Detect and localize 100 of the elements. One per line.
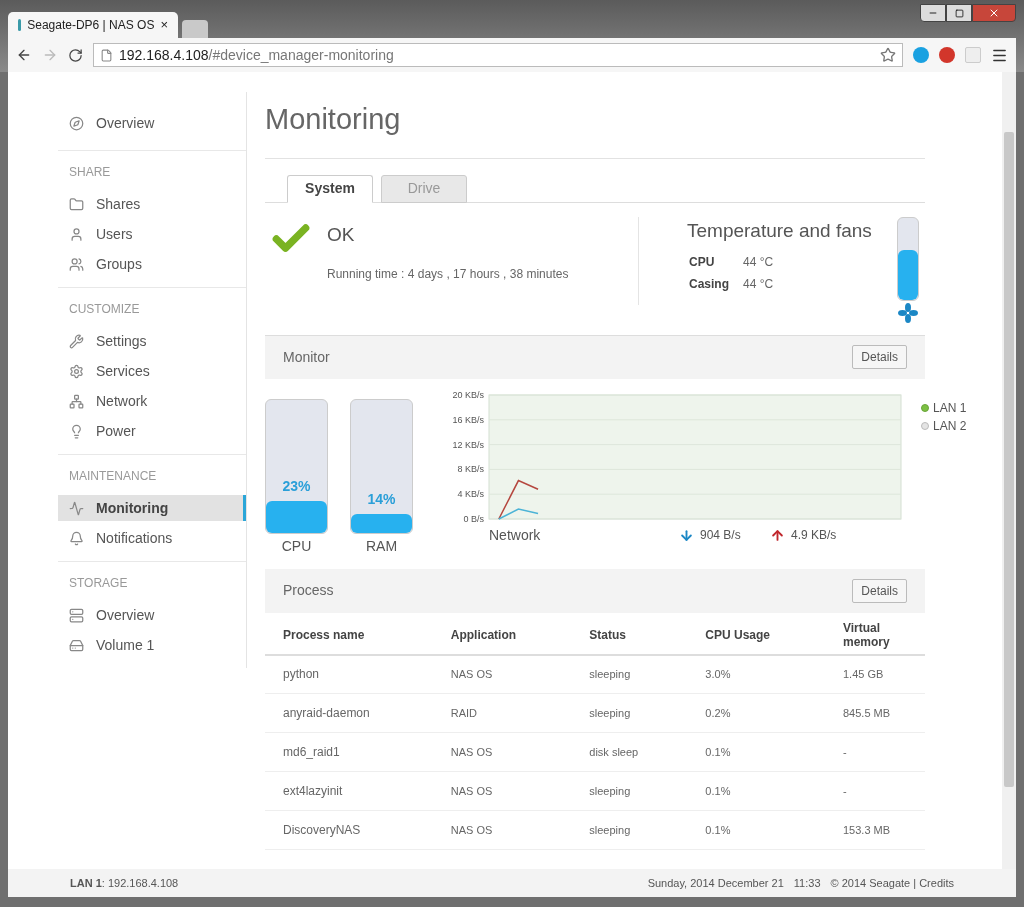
copyright-text: © 2014 Seagate | Credits xyxy=(830,875,954,891)
table-cell: sleeping xyxy=(571,810,688,850)
drive-icon xyxy=(69,637,84,653)
reload-icon[interactable] xyxy=(68,47,83,63)
column-header: Virtual memory xyxy=(825,616,925,655)
address-bar[interactable]: 192.168.4.108/#device_manager-monitoring xyxy=(93,43,903,67)
section-title: Monitor xyxy=(283,347,330,367)
details-button[interactable]: Details xyxy=(852,578,907,603)
page-title: Monitoring xyxy=(265,98,925,159)
sensor-name: Casing xyxy=(689,276,729,293)
status-label: OK xyxy=(327,222,356,247)
column-header: CPU Usage xyxy=(687,616,825,655)
sidebar-item[interactable]: Shares xyxy=(58,191,246,217)
extension-icon[interactable] xyxy=(939,47,955,63)
upload-rate: 4.9 KB/s xyxy=(791,527,837,544)
table-cell: 153.3 MB xyxy=(825,810,925,850)
column-header: Status xyxy=(571,616,688,655)
table-cell: disk sleep xyxy=(571,732,688,772)
bulb-icon xyxy=(69,423,84,439)
table-cell: sleeping xyxy=(571,693,688,733)
table-cell: 0.1% xyxy=(687,810,825,850)
date-text: Sunday, 2014 December 21 xyxy=(647,875,784,891)
tick-label: 8 KB/s xyxy=(457,463,484,474)
column-header: Process name xyxy=(265,616,433,655)
wrench-icon xyxy=(69,333,84,349)
sidebar-item[interactable]: Network xyxy=(58,388,246,414)
sidebar-item[interactable]: Overview xyxy=(58,110,246,136)
sidebar-item[interactable]: Volume 1 xyxy=(58,632,246,658)
details-button[interactable]: Details xyxy=(852,345,907,369)
sidebar-item[interactable]: Monitoring xyxy=(58,495,246,521)
table-cell: ext4lazyinit xyxy=(265,771,433,811)
table-cell: 0.1% xyxy=(687,732,825,772)
section-heading: CUSTOMIZE xyxy=(68,301,141,318)
table-cell: - xyxy=(825,732,925,772)
legend-item[interactable]: LAN 2 xyxy=(921,416,967,435)
meter-reading: 14% xyxy=(366,489,397,509)
running-time: Running time : 4 days , 17 hours , 38 minutes xyxy=(327,266,569,283)
section-heading: MAINTENANCE xyxy=(68,468,158,485)
folder-icon xyxy=(69,196,84,212)
section-heading: SHARE xyxy=(68,164,112,181)
extension-icon[interactable] xyxy=(913,47,929,63)
bell-icon xyxy=(69,530,84,546)
table-cell: RAID xyxy=(432,693,572,733)
browser-tab[interactable]: Seagate-DP6 | NAS OS × xyxy=(8,12,178,38)
chart-label: Network xyxy=(489,525,542,545)
temperature-title: Temperature and fans xyxy=(687,218,873,243)
close-icon xyxy=(988,7,1000,19)
tick-label: 16 KB/s xyxy=(452,414,484,425)
user-icon xyxy=(69,226,84,242)
tab[interactable]: System xyxy=(287,174,373,203)
compass-icon xyxy=(69,115,84,131)
section-heading: STORAGE xyxy=(68,575,129,592)
star-icon[interactable] xyxy=(880,47,896,63)
tab-title: Seagate-DP6 | NAS OS xyxy=(27,17,155,34)
minimize-button[interactable] xyxy=(920,4,946,22)
tick-label: 4 KB/s xyxy=(457,488,484,499)
tick-label: 0 B/s xyxy=(463,513,484,524)
sidebar-item[interactable]: Notifications xyxy=(58,525,246,551)
users-icon xyxy=(69,256,84,272)
close-icon[interactable]: × xyxy=(160,15,168,35)
page-icon xyxy=(100,48,113,62)
server-icon xyxy=(69,607,84,623)
table-cell: - xyxy=(825,771,925,811)
meter-reading: 23% xyxy=(281,477,312,497)
meter-label: CPU xyxy=(281,536,312,556)
section-title: Process xyxy=(283,581,334,600)
table-cell: 0.1% xyxy=(687,771,825,811)
table-cell: md6_raid1 xyxy=(265,732,433,772)
table-cell: anyraid-daemon xyxy=(265,693,433,733)
table-cell: NAS OS xyxy=(432,810,572,850)
back-icon[interactable] xyxy=(16,47,32,63)
table-cell: NAS OS xyxy=(432,654,572,694)
table-cell: 845.5 MB xyxy=(825,693,925,733)
legend-item[interactable]: LAN 1 xyxy=(921,398,967,417)
table-cell: DiscoveryNAS xyxy=(265,810,433,850)
table-cell: NAS OS xyxy=(432,732,572,772)
maximize-icon xyxy=(954,8,964,18)
tick-label: 20 KB/s xyxy=(452,389,484,400)
meter-label: RAM xyxy=(365,536,398,556)
table-cell: NAS OS xyxy=(432,771,572,811)
sidebar-item[interactable]: Settings xyxy=(58,328,246,354)
sidebar-item[interactable]: Power xyxy=(58,418,246,444)
lan-address: LAN 1: 192.168.4.108 xyxy=(70,875,179,891)
sensor-value: 44 °C xyxy=(743,276,775,293)
sidebar-item[interactable]: Groups xyxy=(58,251,246,277)
fan-icon xyxy=(898,302,918,323)
sidebar-item[interactable]: Services xyxy=(58,358,246,384)
maximize-button[interactable] xyxy=(946,4,972,22)
sidebar-item[interactable]: Overview xyxy=(58,602,246,628)
tick-label: 12 KB/s xyxy=(452,439,484,450)
sensor-name: CPU xyxy=(689,254,716,271)
sensor-value: 44 °C xyxy=(743,254,775,271)
table-cell: 1.45 GB xyxy=(825,654,925,694)
gear-icon xyxy=(69,363,84,379)
table-cell: 3.0% xyxy=(687,654,825,694)
download-rate: 904 B/s xyxy=(700,527,742,544)
sidebar-item[interactable]: Users xyxy=(58,221,246,247)
column-header: Application xyxy=(432,616,572,655)
download-arrow-icon xyxy=(679,527,694,543)
time-text: 11:33 xyxy=(793,875,821,891)
